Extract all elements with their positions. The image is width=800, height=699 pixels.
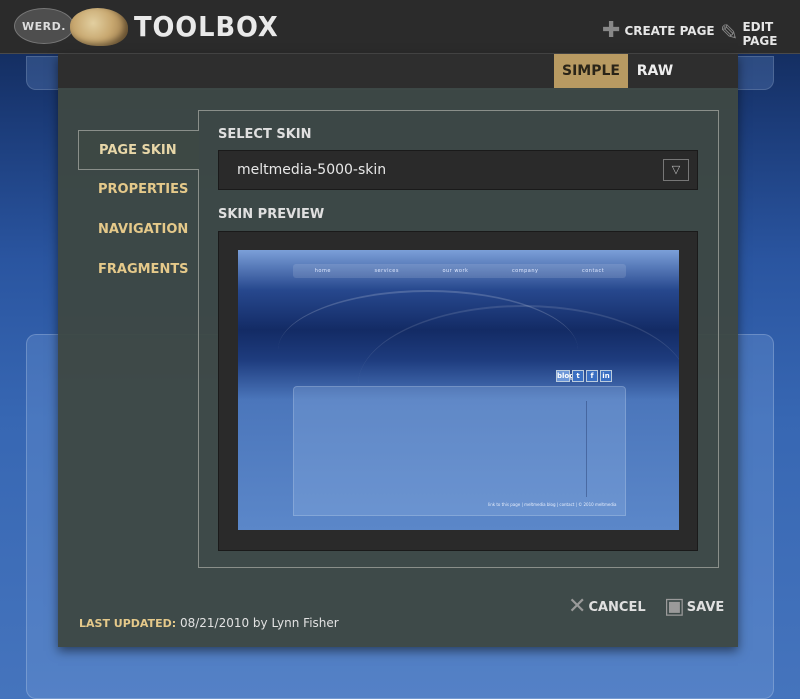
- preview-nav-item: contact: [581, 268, 605, 274]
- pencil-icon: ✎: [720, 21, 739, 46]
- sidebar-item-navigation[interactable]: NAVIGATION: [78, 210, 198, 250]
- mode-bar: SIMPLE RAW: [58, 54, 738, 88]
- toolbox-modal: SIMPLE RAW PAGE SKIN PROPERTIES NAVIGATI…: [58, 54, 738, 647]
- twitter-icon: t: [572, 370, 584, 382]
- cancel-button[interactable]: ✕ CANCEL: [568, 596, 646, 618]
- floppy-disk-icon: ▣: [664, 594, 685, 619]
- preview-nav-item: company: [511, 268, 539, 274]
- facebook-icon: f: [586, 370, 598, 382]
- edit-page-button[interactable]: ✎ EDIT PAGE: [720, 20, 800, 48]
- chevron-down-icon[interactable]: ▽: [663, 159, 689, 181]
- sidebar-item-page-skin[interactable]: PAGE SKIN: [78, 130, 199, 170]
- blog-icon: blog: [556, 370, 575, 382]
- preview-column-divider: [586, 401, 587, 497]
- select-skin-label: SELECT SKIN: [218, 127, 312, 142]
- last-updated-label: LAST UPDATED:: [79, 617, 177, 630]
- werd-logo-bubble[interactable]: WERD.: [14, 8, 74, 44]
- skin-preview-frame: home services our work company contact b…: [218, 231, 698, 551]
- preview-nav-item: our work: [442, 268, 469, 274]
- sidebar-item-fragments[interactable]: FRAGMENTS: [78, 250, 198, 290]
- skin-panel: SELECT SKIN meltmedia-5000-skin ▽ SKIN P…: [198, 110, 719, 568]
- brain-logo-icon: [70, 8, 128, 46]
- preview-content-card: [293, 386, 626, 516]
- save-button[interactable]: ▣ SAVE: [664, 596, 724, 618]
- skin-select[interactable]: meltmedia-5000-skin ▽: [218, 150, 698, 190]
- sidebar-item-properties[interactable]: PROPERTIES: [78, 170, 198, 210]
- tab-simple[interactable]: SIMPLE: [554, 54, 628, 88]
- preview-nav-item: services: [374, 268, 399, 274]
- preview-nav-item: home: [314, 268, 331, 274]
- preview-nav-bar: home services our work company contact: [293, 264, 626, 278]
- last-updated: LAST UPDATED: 08/21/2010 by Lynn Fisher: [79, 616, 339, 630]
- save-label: SAVE: [686, 599, 725, 615]
- sidebar-nav: PAGE SKIN PROPERTIES NAVIGATION FRAGMENT…: [78, 130, 199, 290]
- skin-select-value: meltmedia-5000-skin: [237, 162, 387, 178]
- skin-preview-image: home services our work company contact b…: [238, 250, 679, 530]
- linkedin-icon: in: [600, 370, 612, 382]
- preview-footer-text: link to this page | meltmedia blog | con…: [488, 502, 617, 507]
- edit-page-label: EDIT PAGE: [742, 20, 778, 48]
- create-page-button[interactable]: ✚ CREATE PAGE: [602, 20, 715, 42]
- preview-social-icons: blog t f in: [556, 370, 612, 382]
- app-title: TOOLBOX: [134, 10, 279, 43]
- skin-preview-label: SKIN PREVIEW: [218, 207, 325, 222]
- plus-icon: ✚: [602, 18, 621, 43]
- cancel-label: CANCEL: [588, 599, 646, 615]
- top-bar: WERD. TOOLBOX ✚ CREATE PAGE ✎ EDIT PAGE: [0, 0, 800, 54]
- last-updated-value: 08/21/2010 by Lynn Fisher: [179, 616, 339, 630]
- close-icon: ✕: [568, 594, 587, 619]
- tab-raw[interactable]: RAW: [628, 54, 682, 88]
- create-page-label: CREATE PAGE: [624, 24, 715, 38]
